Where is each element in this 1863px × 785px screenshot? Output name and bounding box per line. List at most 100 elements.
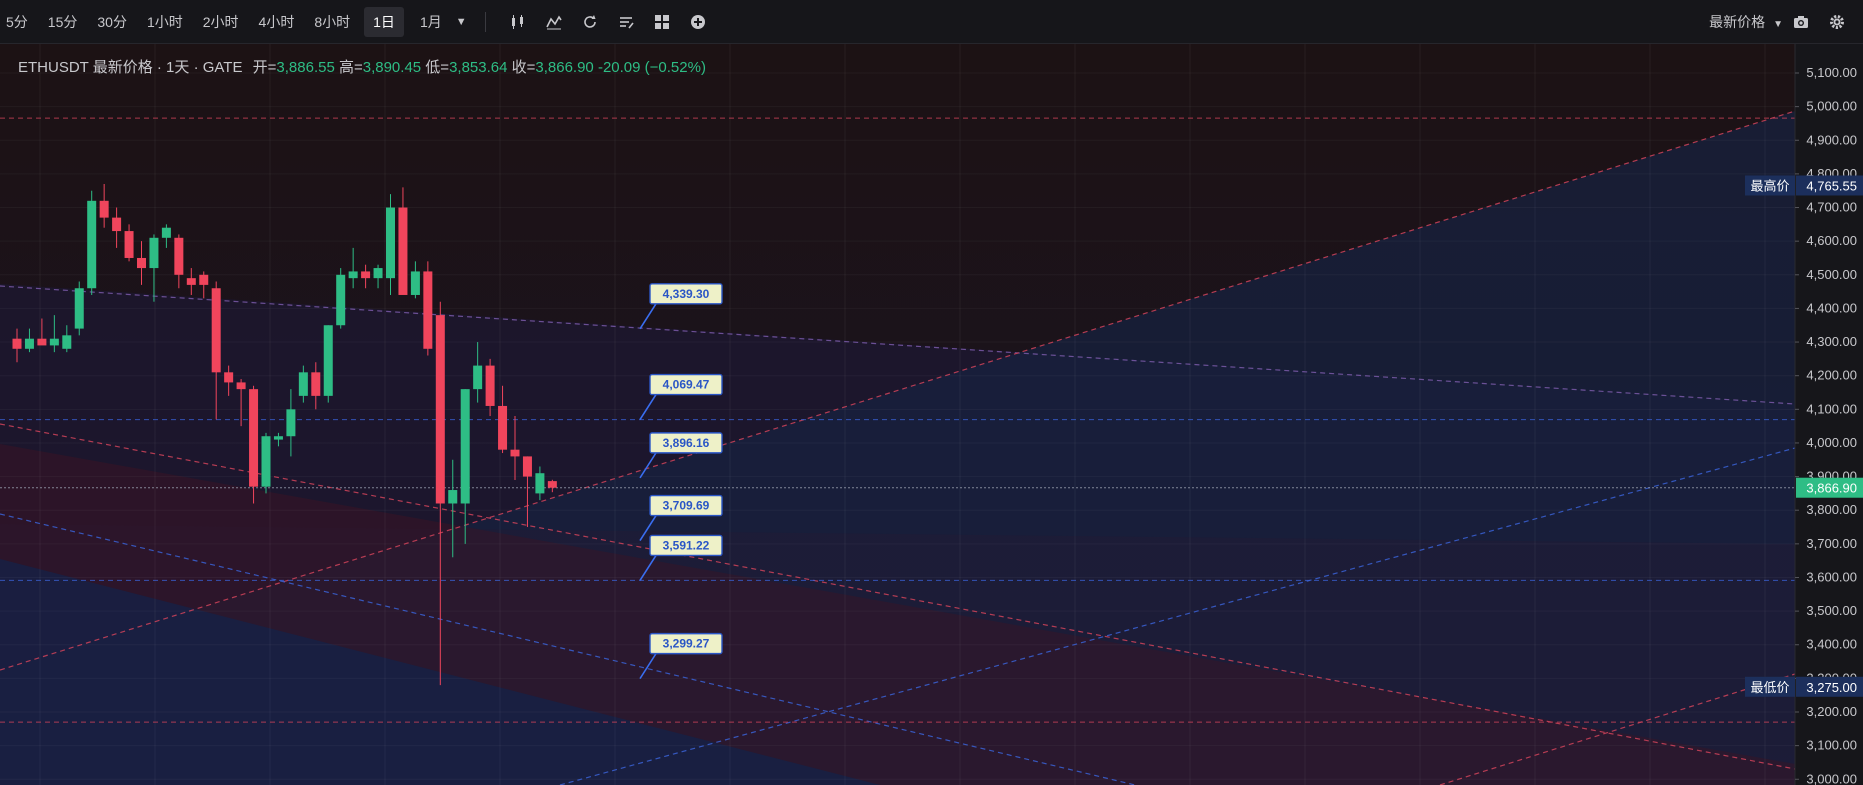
axis-tick-label: 3,800.00 bbox=[1806, 502, 1857, 517]
axis-tick-label: 5,000.00 bbox=[1806, 99, 1857, 114]
candle-body bbox=[336, 274, 346, 326]
timeframe-2[interactable]: 30分 bbox=[91, 7, 141, 37]
timeframe-5[interactable]: 4小时 bbox=[253, 7, 309, 37]
axis-tick-label: 4,400.00 bbox=[1806, 300, 1857, 315]
candle-body bbox=[124, 231, 134, 258]
last-price-tag: 3,866.90 bbox=[1806, 481, 1857, 496]
layout-grid-icon[interactable] bbox=[644, 7, 680, 37]
price-tag-label: 最低价 bbox=[1750, 680, 1789, 695]
price-chart[interactable]: 4,339.30 4,069.47 3,896.16 3,709.69 3,591.22… bbox=[0, 44, 1863, 785]
candle-body bbox=[311, 372, 321, 396]
timeframe-6[interactable]: 8小时 bbox=[308, 7, 364, 37]
candle-body bbox=[386, 207, 395, 279]
replay-icon[interactable] bbox=[572, 7, 608, 37]
candle-body bbox=[161, 227, 171, 238]
axis-tick-label: 3,700.00 bbox=[1806, 536, 1857, 551]
candle-body bbox=[149, 237, 159, 269]
candle-body bbox=[261, 436, 271, 487]
candle-body bbox=[547, 481, 557, 488]
price-tag-value: 4,765.55 bbox=[1806, 178, 1857, 193]
timeframe-0[interactable]: 5分 bbox=[0, 7, 42, 37]
candle-body bbox=[410, 271, 420, 295]
timeframe-7[interactable]: 1日 bbox=[364, 6, 404, 37]
axis-tick-label: 4,100.00 bbox=[1806, 401, 1857, 416]
price-tag-value: 3,275.00 bbox=[1806, 680, 1857, 695]
add-circle-icon[interactable] bbox=[680, 7, 716, 37]
candle-body bbox=[522, 456, 532, 477]
candle-body bbox=[435, 315, 445, 504]
low-value: 3,853.64 bbox=[449, 59, 508, 76]
open-label: 开= bbox=[252, 59, 277, 76]
timeframe-1[interactable]: 15分 bbox=[42, 7, 92, 37]
indicators-icon[interactable] bbox=[536, 7, 572, 37]
candle-body bbox=[87, 200, 97, 289]
axis-tick-label: 4,200.00 bbox=[1806, 368, 1857, 383]
axis-tick-label: 3,600.00 bbox=[1806, 569, 1857, 584]
chevron-down-icon[interactable]: ▼ bbox=[456, 16, 467, 28]
change-value: -20.09 (−0.52%) bbox=[597, 59, 706, 76]
candle-body bbox=[112, 217, 122, 232]
chart-area[interactable]: 4,339.30 4,069.47 3,896.16 3,709.69 3,591.22… bbox=[0, 44, 1863, 785]
candle-body bbox=[498, 405, 508, 450]
candle-body bbox=[199, 274, 209, 285]
candle-body bbox=[460, 389, 470, 504]
candle-body bbox=[37, 338, 47, 346]
axis-tick-label: 5,100.00 bbox=[1806, 65, 1857, 80]
axis-tick-label: 3,200.00 bbox=[1806, 704, 1857, 719]
low-label: 低= bbox=[425, 59, 450, 76]
candle-body bbox=[99, 200, 109, 218]
candle-body bbox=[473, 365, 483, 390]
candle-body bbox=[24, 338, 34, 349]
price-tag-label: 最高价 bbox=[1750, 178, 1789, 193]
candle-body bbox=[298, 372, 308, 396]
candle-body bbox=[236, 382, 246, 390]
timeframe-group: 5分 15分 30分 1小时 2小时 4小时 8小时 1日 1月 ▼ bbox=[0, 6, 485, 37]
camera-icon[interactable] bbox=[1783, 7, 1819, 37]
candle-body bbox=[286, 409, 296, 437]
high-value: 3,890.45 bbox=[362, 59, 422, 76]
callout-label: 3,896.16 bbox=[663, 436, 710, 450]
chevron-down-icon: ▼ bbox=[1773, 19, 1783, 30]
candle-body bbox=[249, 389, 259, 487]
axis-tick-label: 4,300.00 bbox=[1806, 334, 1857, 349]
close-label: 收= bbox=[511, 59, 536, 76]
candle-body bbox=[361, 271, 371, 279]
drawing-list-icon[interactable] bbox=[608, 7, 644, 37]
candle-body bbox=[273, 436, 283, 440]
candle-body bbox=[174, 237, 184, 275]
open-value: 3,886.55 bbox=[276, 59, 335, 76]
axis-tick-label: 4,900.00 bbox=[1806, 132, 1857, 147]
price-mode-label: 最新价格 bbox=[1709, 14, 1766, 30]
candle-body bbox=[348, 271, 358, 279]
candle-body bbox=[62, 335, 72, 349]
candle-body bbox=[137, 257, 146, 269]
timeframe-4[interactable]: 2小时 bbox=[197, 7, 253, 37]
axis-tick-label: 3,500.00 bbox=[1806, 603, 1857, 618]
ohlc-legend: ETHUSDT 最新价格 · 1天 · GATE 开=3,886.55 高=3,… bbox=[18, 56, 706, 77]
candles-icon[interactable] bbox=[500, 7, 536, 37]
candle-body bbox=[535, 473, 545, 494]
candle-body bbox=[510, 449, 520, 457]
axis-tick-label: 4,700.00 bbox=[1806, 200, 1857, 215]
timeframe-8[interactable]: 1月 bbox=[414, 7, 456, 37]
axis-tick-label: 3,000.00 bbox=[1806, 771, 1857, 785]
callout-label: 3,591.22 bbox=[663, 538, 710, 552]
toolbar-divider bbox=[484, 11, 486, 32]
axis-tick-label: 4,600.00 bbox=[1806, 233, 1857, 248]
candle-body bbox=[373, 268, 383, 279]
candle-body bbox=[12, 338, 22, 349]
settings-icon[interactable] bbox=[1819, 7, 1855, 37]
candle-body bbox=[423, 271, 433, 349]
callout-label: 3,709.69 bbox=[663, 499, 710, 513]
candle-body bbox=[186, 278, 196, 285]
candle-body bbox=[323, 325, 333, 396]
axis-tick-label: 3,400.00 bbox=[1806, 637, 1857, 652]
axis-tick-label: 3,100.00 bbox=[1806, 738, 1857, 753]
price-mode-select[interactable]: 最新价格 ▼ bbox=[1709, 7, 1783, 37]
candle-body bbox=[74, 288, 84, 329]
timeframe-3[interactable]: 1小时 bbox=[141, 7, 197, 37]
candle-body bbox=[224, 372, 234, 383]
candle-body bbox=[485, 365, 495, 406]
axis-tick-label: 4,000.00 bbox=[1806, 435, 1857, 450]
high-label: 高= bbox=[338, 59, 363, 76]
